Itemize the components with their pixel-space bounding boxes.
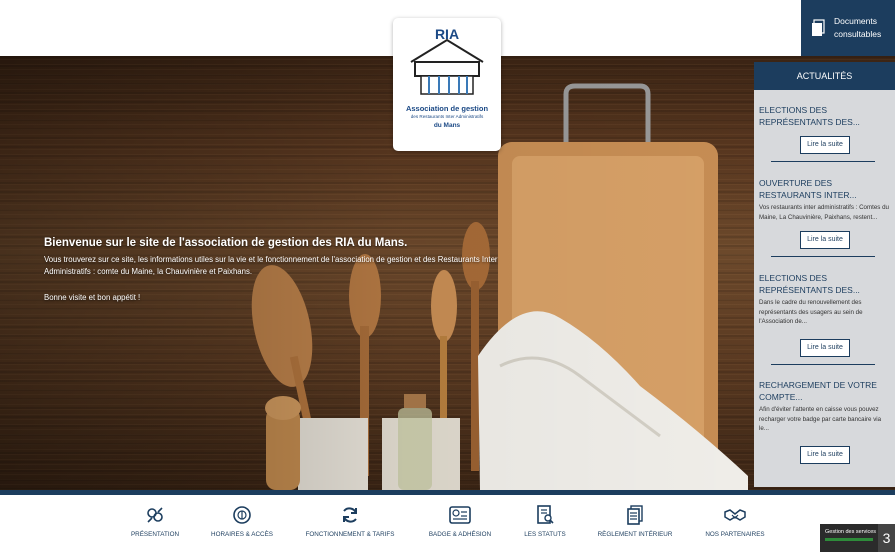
news-title[interactable]: ELECTIONS DES REPRÉSENTANTS DES... [759, 104, 891, 128]
news-excerpt: Dans le cadre du renouvellement des repr… [759, 299, 863, 326]
intro-body: Vous trouverez sur ce site, les informat… [44, 255, 498, 276]
nav-label: NOS PARTENAIRES [705, 531, 765, 538]
nav-label: BADGE & ADHÉSION [428, 531, 492, 538]
nav-label: HORAIRES & ACCÈS [211, 531, 273, 538]
news-item: OUVERTURE DES RESTAURANTS INTER... Vos r… [759, 177, 891, 222]
services-count: 3 [878, 524, 895, 552]
news-divider [771, 256, 875, 257]
news-heading: ACTUALITÉS [754, 62, 895, 90]
bottom-nav: PRÉSENTATION HORAIRES & ACCÈS FONCTIONNE… [0, 490, 895, 552]
news-panel: ACTUALITÉS ELECTIONS DES REPRÉSENTANTS D… [754, 62, 895, 487]
services-progress [825, 538, 873, 541]
handshake-icon [724, 509, 746, 521]
services-widget[interactable]: Gestion des services 3 [820, 524, 895, 552]
nav-presentation[interactable]: PRÉSENTATION [115, 495, 195, 552]
documents-button[interactable]: Documents consultables [801, 0, 895, 56]
documents-label: Documents consultables [834, 16, 882, 39]
news-excerpt: Afin d'éviter l'attente en caisse vous p… [759, 406, 882, 433]
nav-label: PRÉSENTATION [130, 531, 180, 538]
news-item: ELECTIONS DES REPRÉSENTANTS DES... Dans … [759, 272, 891, 327]
intro-block: Bienvenue sur le site de l'association d… [44, 237, 504, 304]
badge-icon [449, 506, 471, 524]
intro-greeting: Bonne visite et bon appétit ! [44, 293, 141, 302]
nav-statutes[interactable]: LES STATUTS [515, 495, 575, 552]
nav-label: FONCTIONNEMENT & TARIFS [305, 531, 395, 538]
logo-line1: Association de gestion [405, 104, 489, 113]
news-excerpt: Vos restaurants inter administratifs : C… [759, 204, 889, 221]
news-title[interactable]: ELECTIONS DES REPRÉSENTANTS DES... [759, 272, 891, 296]
nav-hours-access[interactable]: HORAIRES & ACCÈS [202, 495, 282, 552]
news-title[interactable]: OUVERTURE DES RESTAURANTS INTER... [759, 177, 891, 201]
nav-badge-membership[interactable]: BADGE & ADHÉSION [420, 495, 500, 552]
refresh-icon [343, 507, 357, 523]
document-search-icon [537, 505, 554, 524]
news-divider [771, 161, 875, 162]
news-item: RECHARGEMENT DE VOTRE COMPTE... Afin d'é… [759, 379, 891, 434]
hands-icon [147, 507, 163, 523]
site-logo[interactable]: RIA Association de gestion des Restauran… [393, 18, 501, 151]
logo-acronym: RIA [435, 26, 459, 42]
news-title[interactable]: RECHARGEMENT DE VOTRE COMPTE... [759, 379, 891, 403]
plate-icon [233, 506, 251, 524]
read-more-button[interactable]: Lire la suite [800, 339, 850, 357]
logo-line3: du Mans [433, 122, 461, 129]
documents-icon [627, 505, 643, 525]
nav-operation-prices[interactable]: FONCTIONNEMENT & TARIFS [300, 495, 400, 552]
read-more-button[interactable]: Lire la suite [800, 231, 850, 249]
services-label: Gestion des services [825, 529, 877, 535]
news-divider [771, 364, 875, 365]
nav-partners[interactable]: NOS PARTENAIRES [695, 495, 775, 552]
logo-line2: des Restaurants Inter Administratifs [410, 114, 484, 119]
read-more-button[interactable]: Lire la suite [800, 136, 850, 154]
nav-label: LES STATUTS [524, 531, 566, 538]
ria-building-logo: RIA [410, 26, 484, 95]
documents-icon [812, 19, 825, 36]
nav-rules[interactable]: RÈGLEMENT INTÉRIEUR [590, 495, 680, 552]
news-item: ELECTIONS DES REPRÉSENTANTS DES... [759, 104, 891, 128]
nav-label: RÈGLEMENT INTÉRIEUR [597, 531, 673, 538]
intro-title: Bienvenue sur le site de l'association d… [44, 237, 408, 249]
read-more-button[interactable]: Lire la suite [800, 446, 850, 464]
